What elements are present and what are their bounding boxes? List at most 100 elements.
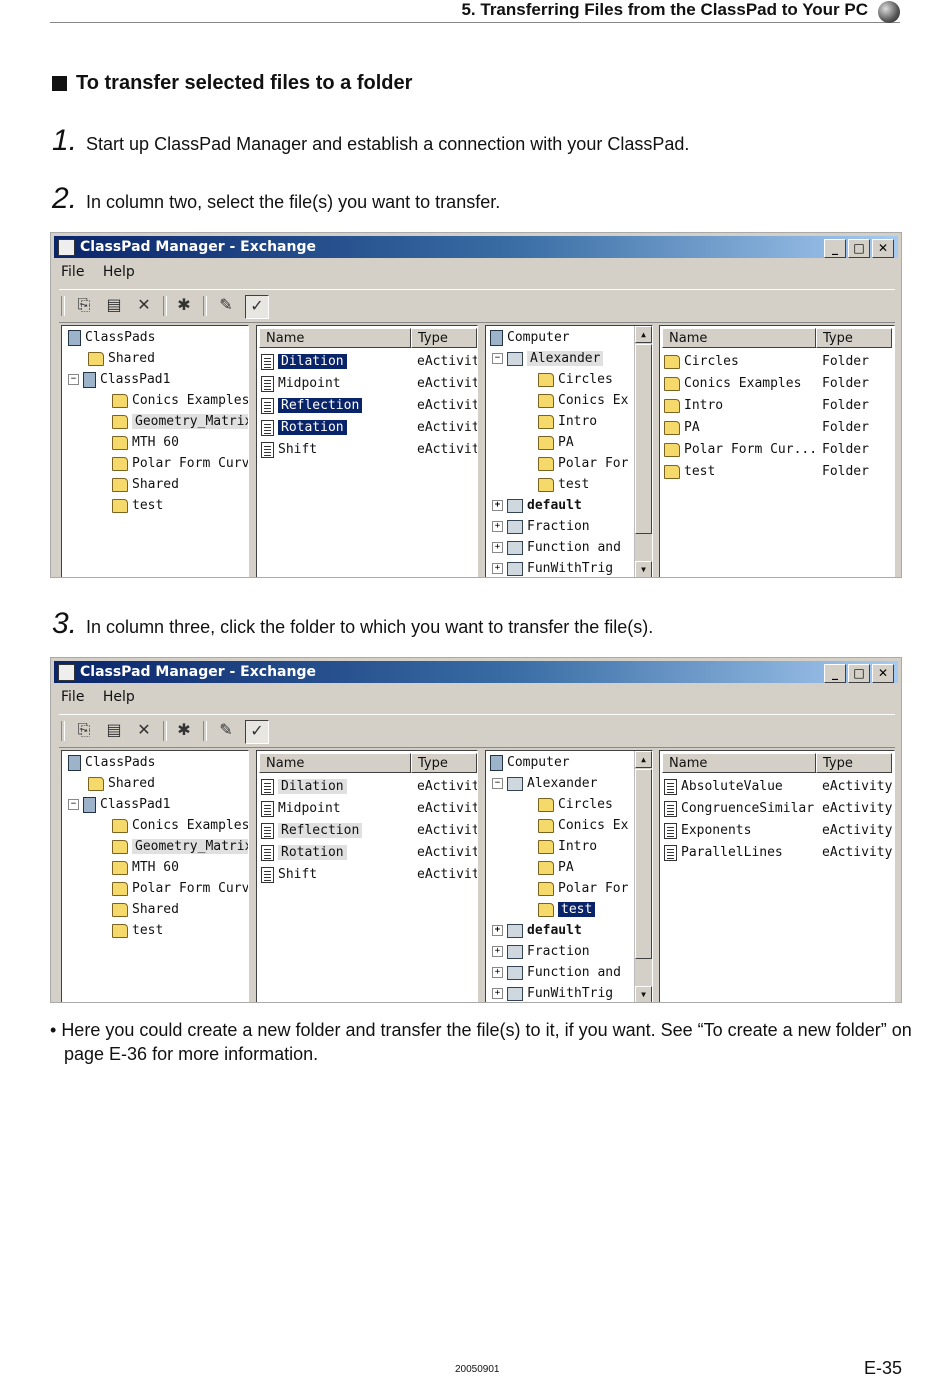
tree-item[interactable]: Computer — [490, 753, 570, 773]
tree-item[interactable]: Polar Form Curv — [112, 454, 248, 474]
column-header-name[interactable]: Name — [662, 753, 816, 773]
maximize-button[interactable]: □ — [848, 664, 870, 683]
tree-item[interactable]: PA — [538, 858, 574, 878]
column-header-name[interactable]: Name — [259, 328, 411, 348]
delete-icon[interactable]: ✕ — [133, 295, 155, 317]
file-row[interactable]: Reflection — [261, 821, 363, 841]
tree-item[interactable]: Geometry_Matrix — [112, 412, 248, 432]
tree-item[interactable]: Conics Ex — [538, 816, 628, 836]
tree-item[interactable]: + FunWithTrig — [492, 559, 613, 577]
tree-item[interactable]: Conics Examples — [112, 391, 248, 411]
file-row[interactable]: Midpoint — [261, 374, 341, 394]
folder-row[interactable]: Intro — [664, 396, 723, 416]
new-folder-icon[interactable]: ✱ — [173, 295, 195, 317]
file-row[interactable]: Shift — [261, 440, 317, 460]
menu-help[interactable]: Help — [103, 264, 135, 280]
file-row[interactable]: Reflection — [261, 396, 363, 416]
paste-icon[interactable]: ▤ — [103, 295, 125, 317]
scroll-up-icon[interactable]: ▲ — [635, 326, 652, 343]
tree-item[interactable]: + Function and — [492, 963, 621, 983]
file-row[interactable]: Exponents — [664, 821, 751, 841]
file-row[interactable]: ParallelLines — [664, 843, 783, 863]
tree-item[interactable]: + default — [492, 921, 582, 941]
tree-item[interactable]: Conics Examples — [112, 816, 248, 836]
maximize-button[interactable]: □ — [848, 239, 870, 258]
file-row[interactable]: Rotation — [261, 843, 347, 863]
tree-item[interactable]: + Fraction — [492, 942, 590, 962]
column-header-type[interactable]: Type — [411, 753, 477, 773]
file-row[interactable]: Midpoint — [261, 799, 341, 819]
tree-item[interactable]: ClassPads — [68, 328, 155, 348]
tree-item[interactable]: Circles — [538, 370, 613, 390]
tree-item[interactable]: test — [112, 496, 163, 516]
vertical-scrollbar[interactable]: ▲ ▼ — [634, 751, 652, 1002]
scroll-down-icon[interactable]: ▼ — [635, 561, 652, 577]
tree-item[interactable]: test — [112, 921, 163, 941]
tree-item[interactable]: + Function and — [492, 538, 621, 558]
tree-item[interactable]: PA — [538, 433, 574, 453]
tree-item[interactable]: Shared — [112, 900, 179, 920]
menu-file[interactable]: File — [61, 264, 84, 280]
delete-icon[interactable]: ✕ — [133, 720, 155, 742]
copy-icon[interactable]: ⎘ — [73, 295, 95, 317]
tree-item[interactable]: Polar Form Curv — [112, 879, 248, 899]
tree-item[interactable]: Shared — [88, 349, 155, 369]
file-row[interactable]: Dilation — [261, 777, 347, 797]
edit-icon[interactable]: ✎ — [215, 295, 237, 317]
tree-item[interactable]: − ClassPad1 — [68, 795, 170, 815]
folder-row[interactable]: Polar Form Cur... — [664, 440, 817, 460]
edit-icon[interactable]: ✎ — [215, 720, 237, 742]
column-header-name[interactable]: Name — [662, 328, 816, 348]
tree-item[interactable]: − ClassPad1 — [68, 370, 170, 390]
exchange-icon[interactable]: ✓ — [245, 295, 269, 319]
column-header-name[interactable]: Name — [259, 753, 411, 773]
tree-item[interactable]: test — [538, 475, 589, 495]
tree-item[interactable]: Intro — [538, 837, 597, 857]
column-header-type[interactable]: Type — [411, 328, 477, 348]
tree-item[interactable]: Circles — [538, 795, 613, 815]
file-row[interactable]: Dilation — [261, 352, 347, 372]
close-button[interactable]: ✕ — [872, 664, 894, 683]
file-row[interactable]: Shift — [261, 865, 317, 885]
menu-help[interactable]: Help — [103, 689, 135, 705]
folder-row[interactable]: Circles — [664, 352, 739, 372]
paste-icon[interactable]: ▤ — [103, 720, 125, 742]
tree-item[interactable]: Conics Ex — [538, 391, 628, 411]
new-folder-icon[interactable]: ✱ — [173, 720, 195, 742]
file-row[interactable]: AbsoluteValue — [664, 777, 783, 797]
scroll-up-icon[interactable]: ▲ — [635, 751, 652, 768]
tree-item[interactable]: Polar For — [538, 879, 628, 899]
tree-item[interactable]: Computer — [490, 328, 570, 348]
tree-item[interactable]: − Alexander — [492, 774, 597, 794]
tree-item[interactable]: ClassPads — [68, 753, 155, 773]
minimize-button[interactable]: _ — [824, 664, 846, 683]
folder-row[interactable]: Conics Examples — [664, 374, 801, 394]
tree-item-selected[interactable]: test — [538, 900, 596, 920]
tree-item[interactable]: Shared — [112, 475, 179, 495]
file-row[interactable]: Rotation — [261, 418, 347, 438]
scroll-thumb[interactable] — [635, 769, 652, 959]
tree-item[interactable]: Shared — [88, 774, 155, 794]
minimize-button[interactable]: _ — [824, 239, 846, 258]
tree-item[interactable]: Geometry_Matrix — [112, 837, 248, 857]
close-button[interactable]: ✕ — [872, 239, 894, 258]
tree-item[interactable]: + Fraction — [492, 517, 590, 537]
folder-row[interactable]: test — [664, 462, 715, 482]
column-header-type[interactable]: Type — [816, 753, 892, 773]
exchange-icon[interactable]: ✓ — [245, 720, 269, 744]
scroll-down-icon[interactable]: ▼ — [635, 986, 652, 1002]
tree-item[interactable]: MTH 60 — [112, 433, 179, 453]
menu-file[interactable]: File — [61, 689, 84, 705]
tree-item[interactable]: + FunWithTrig — [492, 984, 613, 1002]
tree-item[interactable]: − Alexander — [492, 349, 604, 369]
tree-item[interactable]: MTH 60 — [112, 858, 179, 878]
folder-row[interactable]: PA — [664, 418, 700, 438]
copy-icon[interactable]: ⎘ — [73, 720, 95, 742]
tree-item[interactable]: + default — [492, 496, 582, 516]
tree-item[interactable]: Polar For — [538, 454, 628, 474]
file-row[interactable]: CongruenceSimilar — [664, 799, 814, 819]
column-header-type[interactable]: Type — [816, 328, 892, 348]
tree-item[interactable]: Intro — [538, 412, 597, 432]
vertical-scrollbar[interactable]: ▲ ▼ — [634, 326, 652, 577]
scroll-thumb[interactable] — [635, 344, 652, 534]
